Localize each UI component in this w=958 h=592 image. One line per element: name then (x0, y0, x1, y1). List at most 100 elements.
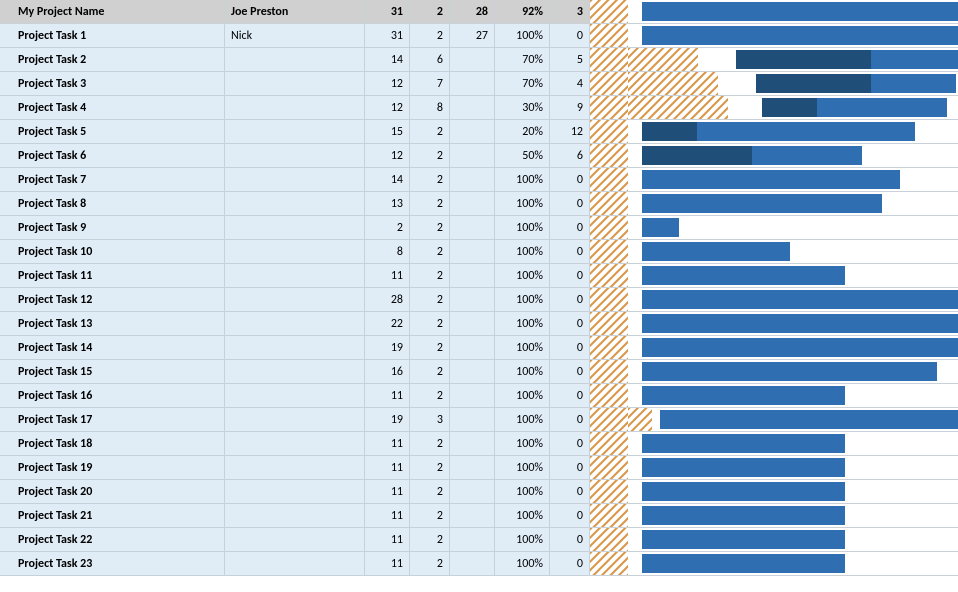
task-name[interactable]: Project Task 15 (0, 360, 225, 383)
col-remaining[interactable]: 0 (550, 24, 590, 47)
col-remaining[interactable]: 0 (550, 528, 590, 551)
col-start[interactable]: 6 (410, 48, 450, 71)
col-start[interactable]: 2 (410, 288, 450, 311)
col-start[interactable]: 2 (410, 240, 450, 263)
col-duration[interactable]: 12 (365, 96, 410, 119)
task-row[interactable]: Project Task 22112100%0 (0, 528, 958, 552)
assignee[interactable] (225, 48, 365, 71)
col-start[interactable]: 2 (410, 456, 450, 479)
assignee[interactable] (225, 432, 365, 455)
col-pct-complete[interactable]: 100% (495, 312, 550, 335)
task-row[interactable]: Project Task 23112100%0 (0, 552, 958, 576)
col-n3[interactable] (450, 432, 495, 455)
task-name[interactable]: Project Task 17 (0, 408, 225, 431)
col-pct-complete[interactable]: 100% (495, 192, 550, 215)
col-start[interactable]: 2 (410, 360, 450, 383)
col-duration[interactable]: 13 (365, 192, 410, 215)
task-name[interactable]: Project Task 10 (0, 240, 225, 263)
col-duration[interactable]: 2 (365, 216, 410, 239)
task-row[interactable]: Project Task 1Nick31227100%0 (0, 24, 958, 48)
task-row[interactable]: Project Task 12282100%0 (0, 288, 958, 312)
col-pct-complete[interactable]: 100% (495, 360, 550, 383)
col-pct-complete[interactable]: 100% (495, 432, 550, 455)
col-start[interactable]: 2 (410, 120, 450, 143)
col-n3[interactable] (450, 144, 495, 167)
col-start[interactable]: 2 (410, 264, 450, 287)
col-remaining[interactable]: 0 (550, 336, 590, 359)
col-remaining[interactable]: 0 (550, 264, 590, 287)
task-name[interactable]: Project Task 22 (0, 528, 225, 551)
assignee[interactable] (225, 216, 365, 239)
task-row[interactable]: Project Task 7142100%0 (0, 168, 958, 192)
task-name[interactable]: Project Task 2 (0, 48, 225, 71)
assignee[interactable] (225, 480, 365, 503)
col-pct-complete[interactable]: 100% (495, 264, 550, 287)
col-n3[interactable] (450, 384, 495, 407)
col-n3[interactable] (450, 336, 495, 359)
col-n3[interactable]: 28 (450, 0, 495, 23)
col-remaining[interactable]: 0 (550, 408, 590, 431)
col-start[interactable]: 2 (410, 24, 450, 47)
assignee[interactable] (225, 408, 365, 431)
assignee[interactable] (225, 360, 365, 383)
col-pct-complete[interactable]: 20% (495, 120, 550, 143)
col-start[interactable]: 2 (410, 504, 450, 527)
col-start[interactable]: 2 (410, 312, 450, 335)
task-name[interactable]: Project Task 8 (0, 192, 225, 215)
col-n3[interactable] (450, 48, 495, 71)
col-pct-complete[interactable]: 100% (495, 480, 550, 503)
col-remaining[interactable]: 0 (550, 240, 590, 263)
task-name[interactable]: My Project Name (0, 0, 225, 23)
task-row[interactable]: Project Task 515220%12 (0, 120, 958, 144)
col-duration[interactable]: 11 (365, 528, 410, 551)
col-n3[interactable] (450, 192, 495, 215)
assignee[interactable] (225, 96, 365, 119)
task-name[interactable]: Project Task 5 (0, 120, 225, 143)
task-name[interactable]: Project Task 14 (0, 336, 225, 359)
col-start[interactable]: 2 (410, 480, 450, 503)
col-duration[interactable]: 11 (365, 480, 410, 503)
task-name[interactable]: Project Task 11 (0, 264, 225, 287)
assignee[interactable]: Joe Preston (225, 0, 365, 23)
assignee[interactable] (225, 552, 365, 575)
col-remaining[interactable]: 0 (550, 360, 590, 383)
col-remaining[interactable]: 0 (550, 312, 590, 335)
col-remaining[interactable]: 0 (550, 552, 590, 575)
col-n3[interactable] (450, 456, 495, 479)
task-name[interactable]: Project Task 3 (0, 72, 225, 95)
assignee[interactable] (225, 528, 365, 551)
col-start[interactable]: 3 (410, 408, 450, 431)
col-duration[interactable]: 14 (365, 168, 410, 191)
assignee[interactable] (225, 288, 365, 311)
col-pct-complete[interactable]: 50% (495, 144, 550, 167)
col-n3[interactable] (450, 72, 495, 95)
col-pct-complete[interactable]: 100% (495, 168, 550, 191)
col-n3[interactable] (450, 528, 495, 551)
task-name[interactable]: Project Task 18 (0, 432, 225, 455)
col-pct-complete[interactable]: 100% (495, 528, 550, 551)
summary-row[interactable]: My Project NameJoe Preston3122892%3 (0, 0, 958, 24)
task-row[interactable]: Project Task 412830%9 (0, 96, 958, 120)
task-row[interactable]: Project Task 1082100%0 (0, 240, 958, 264)
col-start[interactable]: 2 (410, 336, 450, 359)
col-pct-complete[interactable]: 70% (495, 48, 550, 71)
col-n3[interactable] (450, 504, 495, 527)
assignee[interactable] (225, 504, 365, 527)
task-name[interactable]: Project Task 4 (0, 96, 225, 119)
col-duration[interactable]: 15 (365, 120, 410, 143)
col-duration[interactable]: 14 (365, 48, 410, 71)
col-pct-complete[interactable]: 100% (495, 552, 550, 575)
task-row[interactable]: Project Task 612250%6 (0, 144, 958, 168)
col-remaining[interactable]: 6 (550, 144, 590, 167)
col-duration[interactable]: 8 (365, 240, 410, 263)
col-remaining[interactable]: 0 (550, 216, 590, 239)
col-remaining[interactable]: 0 (550, 480, 590, 503)
task-name[interactable]: Project Task 7 (0, 168, 225, 191)
col-n3[interactable] (450, 360, 495, 383)
col-start[interactable]: 2 (410, 144, 450, 167)
task-name[interactable]: Project Task 6 (0, 144, 225, 167)
assignee[interactable] (225, 456, 365, 479)
col-n3[interactable] (450, 240, 495, 263)
col-remaining[interactable]: 0 (550, 456, 590, 479)
task-name[interactable]: Project Task 1 (0, 24, 225, 47)
